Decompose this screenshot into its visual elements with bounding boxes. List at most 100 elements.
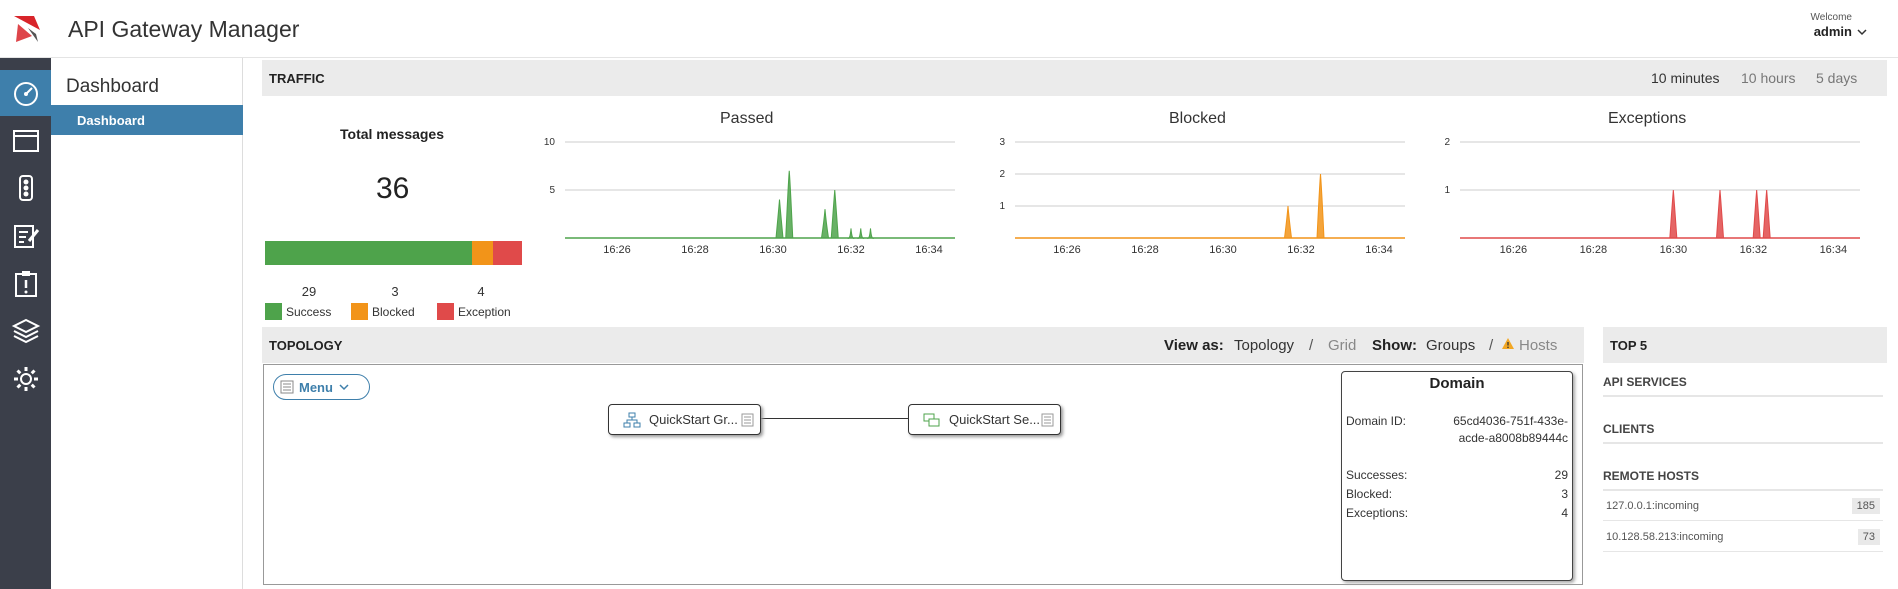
legend-exception-label: Exception: [458, 304, 511, 319]
warning-icon: [1502, 338, 1514, 349]
show-groups-link[interactable]: Groups: [1426, 337, 1475, 354]
top-bar: API Gateway Manager Welcome admin: [0, 0, 1898, 58]
legend-blocked: Blocked: [351, 303, 415, 320]
y-tick-label: 5: [549, 185, 555, 196]
passed-chart: 5 10 16:26 16:28 16:30 16:32 16:34: [544, 137, 955, 256]
layers-icon[interactable]: [0, 308, 51, 354]
blocked-count: 3: [391, 284, 399, 299]
domain-id-line1: 65cd4036-751f-433e-: [1453, 414, 1568, 428]
data-spike: [865, 228, 876, 239]
list-item[interactable]: 10.128.58.213:incoming 73: [1603, 522, 1883, 552]
domain-card: Domain Domain ID: 65cd4036-751f-433e- ac…: [1341, 371, 1573, 581]
exception-count: 4: [477, 284, 485, 299]
traffic-header: TRAFFIC 10 minutes 10 hours 5 days: [262, 60, 1887, 96]
node-quickstart-server[interactable]: QuickStart Se...: [908, 404, 1061, 435]
x-tick-label: 16:34: [1365, 244, 1393, 256]
legend-blocked-label: Blocked: [372, 304, 415, 319]
app-logo[interactable]: [10, 12, 50, 46]
menu-label: Menu: [299, 379, 333, 395]
settings-icon[interactable]: [0, 356, 51, 402]
y-tick-label: 1: [999, 201, 1005, 212]
top5-api-services[interactable]: API SERVICES: [1603, 375, 1883, 397]
data-spike: [830, 189, 839, 239]
nav-title: Dashboard: [66, 76, 159, 97]
y-tick-label: 3: [999, 137, 1005, 148]
successes-label: Successes:: [1346, 468, 1408, 482]
data-spike: [775, 199, 784, 239]
list-icon: [280, 380, 294, 394]
traffic-title: TRAFFIC: [269, 71, 325, 86]
alert-clipboard-icon[interactable]: [0, 261, 51, 307]
success-swatch: [265, 303, 282, 320]
x-tick-label: 16:32: [837, 244, 865, 256]
blocked-segment: [472, 241, 494, 265]
range-10-hours[interactable]: 10 hours: [1741, 70, 1795, 86]
top5-header: TOP 5: [1603, 327, 1887, 363]
view-grid-link[interactable]: Grid: [1328, 337, 1356, 354]
blocked-label: Blocked:: [1346, 487, 1393, 501]
x-tick-label: 16:26: [1500, 244, 1528, 256]
data-spike: [1715, 189, 1725, 239]
data-spike: [846, 228, 856, 239]
topology-title: TOPOLOGY: [269, 338, 343, 353]
host-count: 185: [1851, 498, 1880, 514]
y-tick-label: 10: [544, 137, 556, 148]
x-tick-label: 16:26: [603, 244, 631, 256]
icon-sidebar: [0, 58, 51, 589]
window-icon[interactable]: [0, 118, 51, 164]
range-10-minutes[interactable]: 10 minutes: [1651, 70, 1719, 86]
legend-success-label: Success: [286, 304, 332, 319]
range-5-days[interactable]: 5 days: [1816, 70, 1857, 86]
blocked-value: 3: [1561, 487, 1568, 501]
legend-exception: Exception: [437, 303, 511, 320]
blocked-chart: 1 2 3 16:26 16:28 16:30 16:32 16:34: [999, 137, 1405, 256]
data-spike: [820, 209, 830, 239]
y-tick-label: 1: [1444, 185, 1450, 196]
x-tick-label: 16:32: [1287, 244, 1315, 256]
chevron-down-icon[interactable]: [1856, 26, 1868, 38]
total-messages-count: 36: [376, 172, 410, 205]
exception-swatch: [437, 303, 454, 320]
user-menu[interactable]: admin: [1814, 24, 1852, 39]
data-spike: [1762, 189, 1771, 239]
edit-icon[interactable]: [0, 213, 51, 259]
menu-button[interactable]: Menu: [273, 374, 370, 400]
welcome-label: Welcome: [1810, 12, 1853, 23]
x-tick-label: 16:28: [1580, 244, 1608, 256]
host-count: 73: [1857, 529, 1880, 545]
host-name: 127.0.0.1:incoming: [1606, 500, 1699, 512]
show-hosts-link[interactable]: Hosts: [1519, 337, 1557, 354]
success-segment: [265, 241, 473, 265]
topology-link: [761, 418, 909, 419]
traffic-light-icon[interactable]: [0, 165, 51, 211]
topology-header: TOPOLOGY View as: Topology / Grid Show: …: [262, 327, 1584, 363]
chevron-down-icon: [339, 384, 349, 391]
domain-title: Domain: [1429, 375, 1485, 392]
nav-item-dashboard[interactable]: Dashboard: [51, 105, 243, 135]
top5-clients[interactable]: CLIENTS: [1603, 422, 1883, 444]
y-tick-label: 2: [1444, 137, 1450, 148]
node-server-label: QuickStart Se...: [949, 412, 1041, 427]
x-tick-label: 16:34: [915, 244, 943, 256]
exceptions-value: 4: [1561, 506, 1568, 520]
total-messages-title: Total messages: [340, 126, 445, 142]
node-quickstart-group[interactable]: QuickStart Gr...: [608, 404, 761, 435]
data-spike: [856, 228, 866, 239]
x-tick-label: 16:30: [1209, 244, 1237, 256]
chart-title-blocked: Blocked: [1169, 110, 1226, 127]
view-as-label: View as:: [1164, 337, 1224, 354]
messages-stacked-bar: [265, 241, 522, 265]
show-label: Show:: [1372, 337, 1417, 354]
view-topology-link[interactable]: Topology: [1234, 337, 1294, 354]
node-options-icon[interactable]: [741, 413, 754, 427]
x-tick-label: 16:32: [1740, 244, 1768, 256]
separator: /: [1309, 337, 1314, 354]
dashboard-icon[interactable]: [0, 70, 51, 116]
node-options-icon[interactable]: [1041, 413, 1054, 427]
domain-id-line2: acde-a8008b89444c: [1458, 431, 1568, 445]
top5-remote-hosts[interactable]: REMOTE HOSTS: [1603, 469, 1883, 491]
chart-title-passed: Passed: [720, 110, 774, 127]
x-tick-label: 16:30: [1660, 244, 1688, 256]
server-icon: [923, 413, 940, 426]
list-item[interactable]: 127.0.0.1:incoming 185: [1603, 491, 1883, 521]
